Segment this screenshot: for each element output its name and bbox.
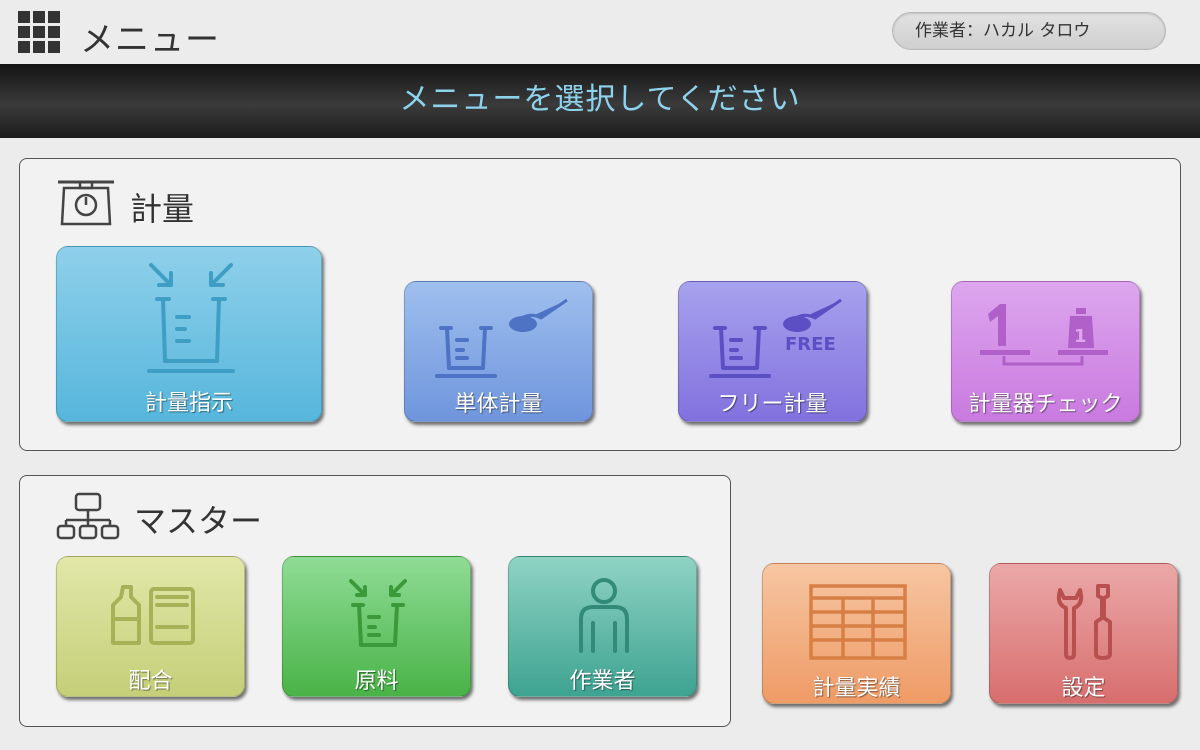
menu-grid-icon[interactable] [18,11,60,53]
page-title: メニュー [80,20,220,60]
person-icon [579,578,629,653]
bottle-box-icon [111,585,195,645]
tile-label: 設定 [1061,676,1106,701]
tile-operator[interactable]: 作業者 [508,556,697,697]
section-title-weighing: 計量 [130,190,195,228]
tile-label: 計量指示 [144,391,233,416]
top-bar: メニュー 作業者：ハカル タロウ [0,0,1200,64]
tile-label: 計量実績 [812,676,901,701]
tile-label: 作業者 [569,669,636,694]
tile-weigh-instruction[interactable]: 計量指示 [56,246,322,422]
table-grid-icon [809,584,907,660]
instruction-banner: メニューを選択してください [0,64,1200,138]
tile-formulation[interactable]: 配合 [56,556,245,697]
section-title-master: マスター [134,502,263,540]
tile-label: フリー計量 [717,392,828,417]
svg-text:1: 1 [1074,326,1087,347]
beaker-scoop-icon [435,298,568,378]
tile-weighing-results[interactable]: 計量実績 [762,563,951,704]
network-icon [56,492,120,540]
tile-label: 原料 [354,669,399,694]
operator-badge: 作業者：ハカル タロウ [892,12,1166,50]
scale-icon [58,180,114,226]
tile-single-weighing[interactable]: 単体計量 [404,281,593,422]
tile-label: 配合 [128,669,173,694]
tile-scale-check[interactable]: 1 計量器チェック [951,281,1140,422]
banner-text: メニューを選択してください [399,82,801,117]
tile-label: 単体計量 [454,392,543,417]
tile-label: 計量器チェック [968,392,1123,417]
beaker-arrows-icon [349,579,407,647]
tools-icon [1056,584,1112,660]
tile-raw-material[interactable]: 原料 [282,556,471,697]
free-badge: FREE [785,334,836,355]
tile-settings[interactable]: 設定 [989,563,1178,704]
scale-weight-check-icon: 1 [980,304,1108,366]
beaker-arrows-icon [147,263,235,373]
tile-free-weighing[interactable]: FREE フリー計量 [678,281,867,422]
